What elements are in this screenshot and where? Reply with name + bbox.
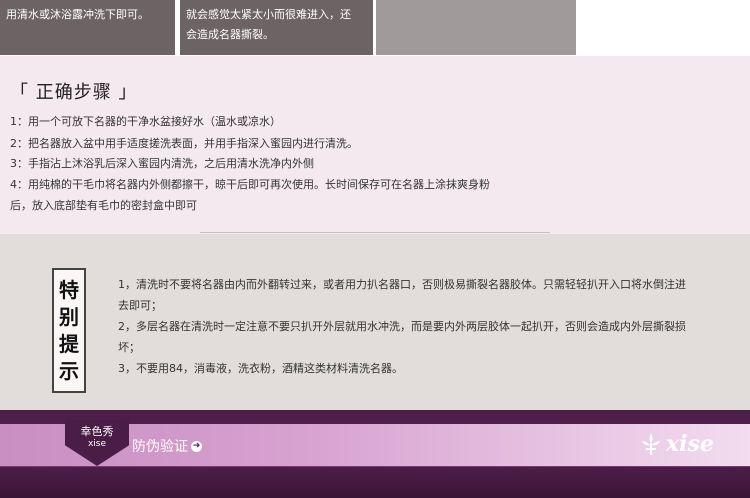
step-item: 4：用纯棉的干毛巾将名器内外侧都擦干，晾干后即可再次使用。长时间保存可在名器上涂… bbox=[10, 178, 490, 191]
steps-title: 「 正确步骤 」 bbox=[10, 82, 138, 103]
tip-line: 坏； bbox=[118, 341, 140, 354]
fleur-icon bbox=[642, 433, 660, 455]
brand-tag-title: 幸色秀 bbox=[80, 425, 114, 438]
anti-counterfeit-link[interactable]: 防伪验证 ➜ bbox=[132, 436, 202, 456]
info-box-2: 就会感觉太紧太小而很难进入，还 会造成名器撕裂。 bbox=[180, 0, 373, 55]
info-box-1: 用清水或沐浴露冲洗下即可。 bbox=[0, 0, 175, 55]
badge-char: 特 bbox=[59, 277, 79, 302]
badge-char: 示 bbox=[59, 359, 79, 384]
info-box-1-text: 用清水或沐浴露冲洗下即可。 bbox=[6, 8, 149, 21]
brand-tag-subtitle: xise bbox=[87, 439, 107, 449]
step-item: 后，放入底部垫有毛巾的密封盒中即可 bbox=[10, 199, 197, 212]
tip-line: 2，多层名器在清洗时一定注意不要只扒开外层就用水冲洗，而是要内外两层胶体一起扒开… bbox=[118, 320, 686, 333]
steps-panel: 「 正确步骤 」 1：用一个可放下名器的干净水盆接好水（温水或凉水） 2：把名器… bbox=[0, 56, 750, 234]
logo-text: xise bbox=[666, 431, 714, 457]
brand-logo: xise bbox=[640, 431, 714, 457]
step-item: 3：手指沾上沐浴乳后深入蜜园内清洗，之后用清水洗净内外侧 bbox=[10, 157, 314, 170]
step-item: 1：用一个可放下名器的干净水盆接好水（温水或凉水） bbox=[10, 115, 281, 128]
tip-line: 去即可； bbox=[118, 299, 162, 312]
badge-char: 别 bbox=[59, 304, 79, 329]
special-tips-panel: 特 别 提 示 1，清洗时不要将名器由内而外翻转过来，或者用力扒名器口，否则极易… bbox=[0, 234, 750, 410]
arrow-right-icon: ➜ bbox=[191, 440, 202, 452]
anti-counterfeit-label: 防伪验证 bbox=[132, 439, 188, 455]
divider bbox=[200, 232, 550, 233]
top-strip: 用清水或沐浴露冲洗下即可。 就会感觉太紧太小而很难进入，还 会造成名器撕裂。 bbox=[0, 0, 750, 56]
info-box-2-line-1: 就会感觉太紧太小而很难进入，还 bbox=[186, 8, 351, 21]
info-box-3 bbox=[376, 0, 576, 55]
badge-char: 提 bbox=[59, 332, 79, 357]
special-tips-badge: 特 别 提 示 bbox=[52, 268, 86, 393]
tip-line: 1，清洗时不要将名器由内而外翻转过来，或者用力扒名器口，否则极易撕裂名器胶体。只… bbox=[118, 278, 686, 291]
banner-divider bbox=[0, 466, 750, 467]
tip-line: 3，不要用84，消毒液，洗衣粉，酒精这类材料清洗名器。 bbox=[118, 362, 403, 375]
step-item: 2：把名器放入盆中用手适度搓洗表面，并用手指深入蜜园内进行清洗。 bbox=[10, 137, 358, 150]
info-box-2-line-2: 会造成名器撕裂。 bbox=[186, 28, 274, 41]
